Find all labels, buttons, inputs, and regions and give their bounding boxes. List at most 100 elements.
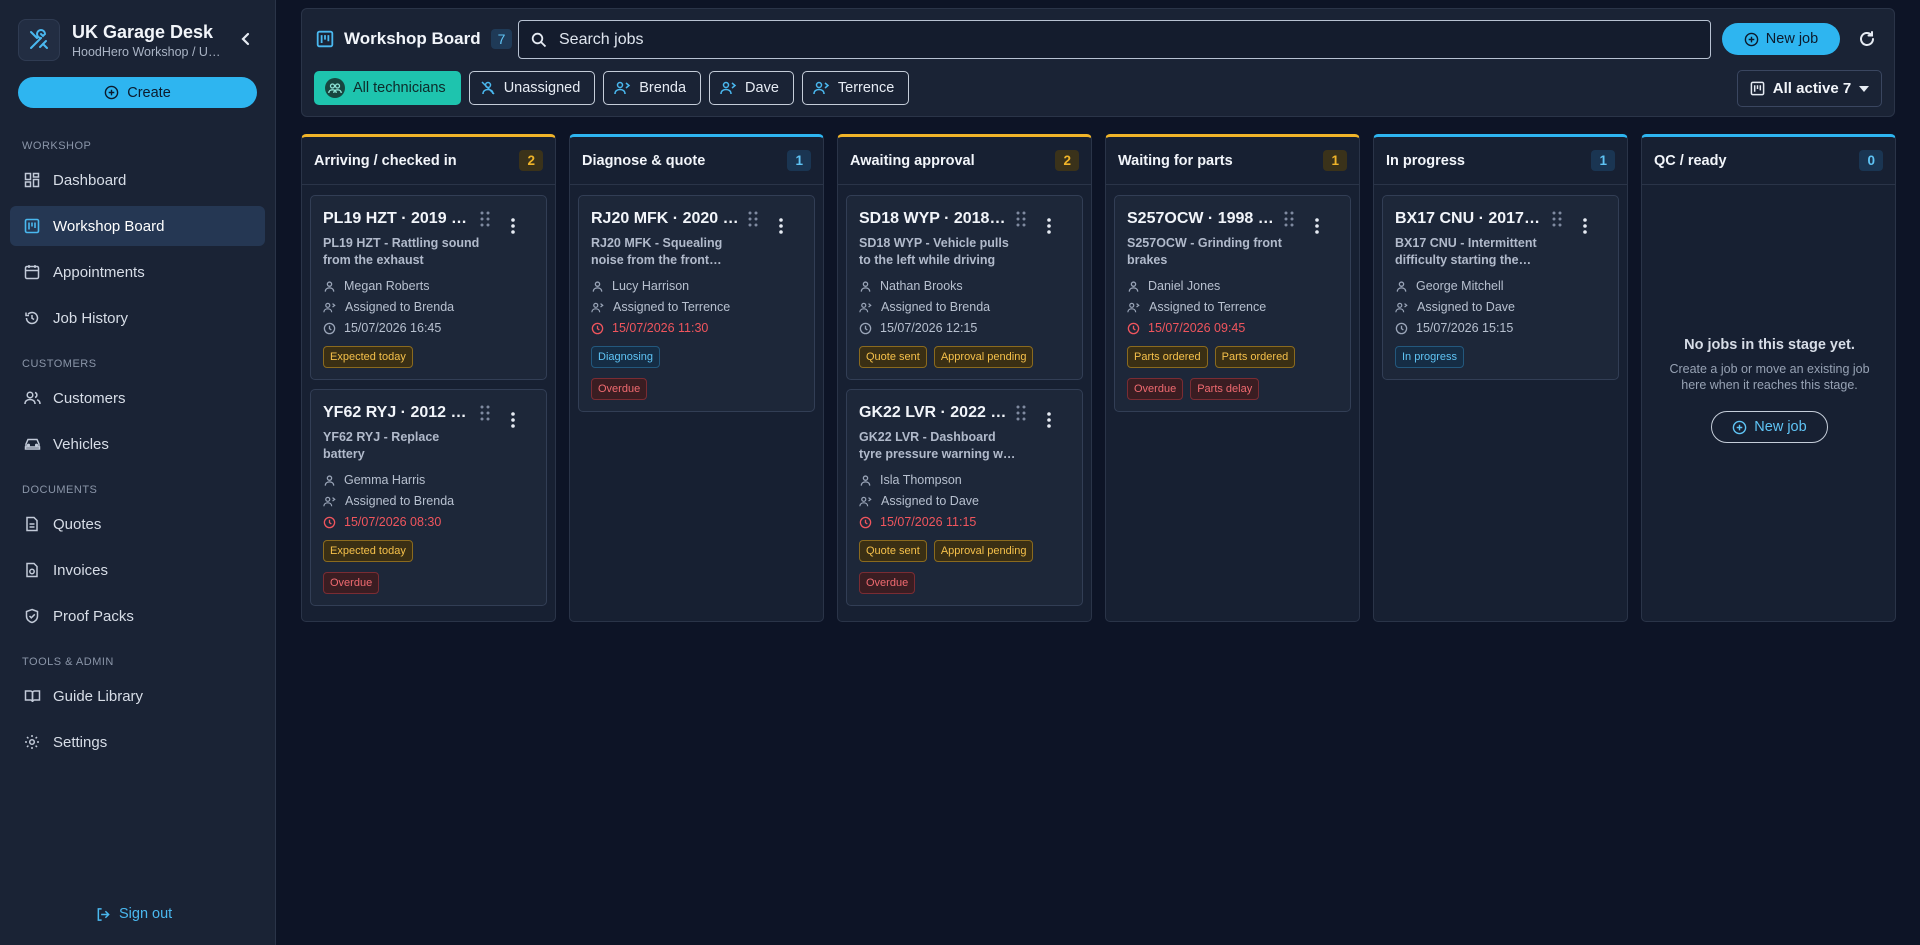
board-column: Waiting for parts 1 S257OCW · 1998 Ford Es… [1105, 134, 1360, 622]
assignee-text: Assigned to Terrence [1149, 300, 1267, 314]
brand-title: UK Garage Desk [72, 21, 214, 42]
empty-new-job-button[interactable]: New job [1711, 411, 1828, 443]
column-count-badge: 1 [1323, 150, 1347, 171]
sign-out-button[interactable]: Sign out [96, 906, 172, 922]
refresh-button[interactable] [1855, 27, 1879, 51]
column-title: In progress [1386, 152, 1465, 169]
job-card[interactable]: S257OCW · 1998 Ford Escort S257OCW - Grin… [1114, 195, 1351, 412]
search-icon [531, 32, 547, 47]
brand-subtitle: HoodHero Workshop / UK Garage [72, 44, 222, 59]
kebab-menu-icon [779, 217, 783, 239]
new-job-button[interactable]: New job [1722, 23, 1840, 55]
more-options-button[interactable] [1043, 217, 1055, 238]
history-icon [22, 308, 42, 328]
job-card[interactable]: YF62 RYJ · 2012 Kia Rio YF62 RYJ - Replac… [310, 389, 547, 606]
sidebar-item-invoices[interactable]: Invoices [10, 550, 265, 590]
board-column: Arriving / checked in 2 PL19 HZT · 2019 Va… [301, 134, 556, 622]
more-options-button[interactable] [507, 217, 519, 238]
drag-handle-icon[interactable] [1014, 404, 1028, 422]
job-card[interactable]: GK22 LVR · 2022 Ford Puma GK22 LVR - Dash… [846, 389, 1083, 606]
sidebar-item-workshop-board[interactable]: Workshop Board [10, 206, 265, 246]
sidebar-item-label: Appointments [53, 263, 145, 281]
more-options-button[interactable] [507, 411, 519, 432]
more-options-button[interactable] [1043, 411, 1055, 432]
sidebar: UK Garage Desk HoodHero Workshop / UK Ga… [0, 0, 276, 945]
filter-label: All technicians [353, 80, 446, 96]
drag-handle-icon[interactable] [746, 210, 760, 228]
empty-title: No jobs in this stage yet. [1684, 337, 1855, 353]
clock-icon [591, 322, 604, 335]
sidebar-item-quotes[interactable]: Quotes [10, 504, 265, 544]
board-icon [22, 216, 42, 236]
drag-handle-icon[interactable] [478, 210, 492, 228]
sidebar-item-appointments[interactable]: Appointments [10, 252, 265, 292]
collapse-sidebar-button[interactable] [234, 27, 258, 51]
sidebar-item-job-history[interactable]: Job History [10, 298, 265, 338]
drag-handle-icon[interactable] [1014, 210, 1028, 228]
column-count-badge: 1 [1591, 150, 1615, 171]
create-button[interactable]: Create [18, 77, 257, 108]
sidebar-item-label: Workshop Board [53, 217, 165, 235]
empty-new-job-label: New job [1754, 419, 1807, 435]
card-assignee: Assigned to Brenda [859, 300, 990, 314]
clock-icon [323, 516, 336, 529]
plus-circle-icon [1733, 420, 1747, 434]
drag-handle-icon[interactable] [1550, 210, 1564, 228]
person-icon [591, 280, 604, 293]
filter-dave[interactable]: Dave [709, 71, 794, 105]
sidebar-item-vehicles[interactable]: Vehicles [10, 424, 265, 464]
card-assignee: Assigned to Dave [1395, 300, 1515, 314]
card-time: 15/07/2026 09:45 [1127, 321, 1245, 335]
view-select[interactable]: All active 7 [1737, 70, 1882, 107]
clock-icon [859, 322, 872, 335]
view-select-label: All active 7 [1772, 80, 1852, 97]
more-options-button[interactable] [1311, 217, 1323, 238]
sidebar-item-customers[interactable]: Customers [10, 378, 265, 418]
column-count-badge: 2 [519, 150, 543, 171]
job-card[interactable]: SD18 WYP · 2018 Audi A3 SD18 WYP - Vehicl… [846, 195, 1083, 380]
status-badge: Overdue [591, 378, 648, 400]
status-badge: Quote sent [859, 540, 927, 562]
more-options-button[interactable] [775, 217, 787, 239]
sidebar-item-guide-library[interactable]: Guide Library [10, 676, 265, 716]
card-title: PL19 HZT · 2019 Vauxhall Corsa [323, 210, 471, 227]
column-title: Arriving / checked in [314, 152, 457, 169]
create-label: Create [127, 84, 171, 101]
job-card[interactable]: RJ20 MFK · 2020 Nissan Qashqai RJ20 MFK -… [578, 195, 815, 412]
due-time: 15/07/2026 09:45 [1148, 321, 1246, 335]
due-time: 15/07/2026 12:15 [880, 321, 978, 335]
drag-handle-icon[interactable] [478, 404, 492, 422]
column-title: QC / ready [1654, 152, 1727, 169]
drag-handle-icon[interactable] [1282, 210, 1296, 228]
person-icon [859, 280, 872, 293]
search-input[interactable] [559, 30, 1659, 49]
more-options-button[interactable] [1579, 217, 1591, 238]
people-icon [22, 388, 42, 408]
filter-all-technicians[interactable]: All technicians [314, 71, 461, 105]
card-customer: Daniel Jones [1127, 279, 1220, 293]
filter-unassigned[interactable]: Unassigned [468, 71, 596, 105]
board-column: Awaiting approval 2 SD18 WYP · 2018 Audi A… [837, 134, 1092, 622]
column-title: Waiting for parts [1118, 152, 1233, 169]
person-icon [1127, 280, 1140, 293]
person-assign-icon [720, 81, 737, 95]
card-customer: Nathan Brooks [859, 279, 963, 293]
search-box[interactable] [518, 20, 1711, 59]
sidebar-item-dashboard[interactable]: Dashboard [10, 160, 265, 200]
due-time: 15/07/2026 15:15 [1416, 321, 1514, 335]
filter-terrence[interactable]: Terrence [801, 71, 910, 105]
card-tags: Expected today [323, 346, 413, 368]
card-tags: In progress [1395, 346, 1465, 368]
board-column: QC / ready 0 No jobs in this stage yet. Cre… [1641, 134, 1896, 622]
filter-brenda[interactable]: Brenda [603, 71, 702, 105]
due-time: 15/07/2026 11:30 [612, 321, 709, 335]
sidebar-item-proof-packs[interactable]: Proof Packs [10, 596, 265, 636]
status-badge: Diagnosing [591, 346, 661, 368]
card-description: BX17 CNU - Intermittent difficulty start… [1395, 236, 1537, 267]
job-card[interactable]: PL19 HZT · 2019 Vauxhall Corsa PL19 HZT -… [310, 195, 547, 380]
sidebar-item-settings[interactable]: Settings [10, 722, 265, 762]
card-customer: Megan Roberts [323, 279, 429, 293]
job-card[interactable]: BX17 CNU · 2017 Toyota Yaris BX17 CNU - I… [1382, 195, 1619, 380]
sidebar-item-label: Customers [53, 389, 126, 407]
assignee-text: Assigned to Dave [881, 494, 979, 508]
